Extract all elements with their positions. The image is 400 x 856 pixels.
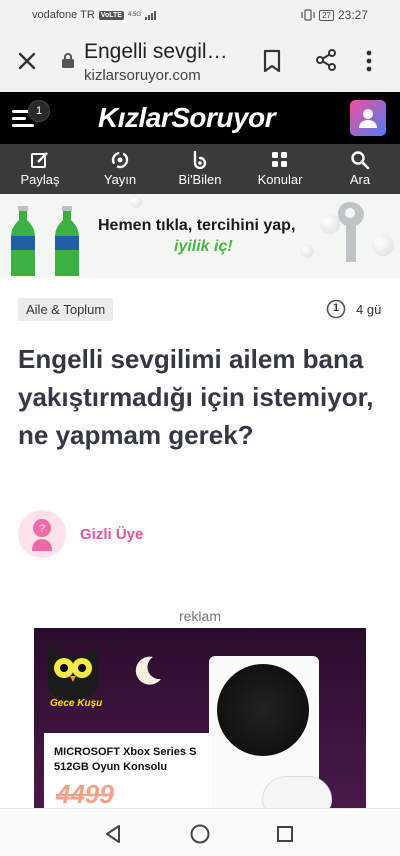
search-icon — [351, 151, 370, 169]
user-button[interactable] — [350, 100, 386, 136]
vibrate-icon — [301, 9, 315, 21]
author-name[interactable]: Gizli Üye — [80, 526, 143, 543]
share-icon[interactable] — [314, 48, 338, 72]
browser-toolbar: Engelli sevgil… kizlarsoruyor.com — [0, 30, 400, 92]
anonymous-user-icon: ? — [32, 519, 52, 551]
category-tag[interactable]: Aile & Toplum — [18, 298, 114, 321]
broadcast-icon — [111, 151, 129, 169]
page-url: kizlarsoruyor.com — [84, 67, 201, 84]
nav-item-paylas[interactable]: Paylaş — [0, 144, 80, 194]
volte-badge: VoLTE — [98, 10, 124, 20]
status-bar: vodafone TR VoLTE 4.5G 27 23:27 — [0, 0, 400, 30]
bubble-decoration — [300, 244, 314, 258]
pencil-icon — [31, 152, 48, 168]
back-icon[interactable] — [104, 824, 122, 844]
bottle-image — [11, 206, 35, 276]
more-vert-icon[interactable] — [366, 50, 372, 72]
status-left: vodafone TR VoLTE 4.5G — [32, 9, 156, 21]
ad-headline: Hemen tıkla, tercihini yap, — [98, 217, 296, 234]
carrier-label: vodafone TR — [32, 9, 95, 21]
nav-item-yayin[interactable]: Yayın — [80, 144, 160, 194]
top-ad-banner[interactable]: Hemen tıkla, tercihini yap, iyilik iç! — [0, 194, 400, 278]
answer-count: 1 — [332, 302, 340, 314]
bubble-decoration — [130, 196, 142, 208]
lock-icon — [62, 53, 74, 68]
ad-tagline: iyilik iç! — [174, 238, 233, 255]
bibilen-icon — [193, 151, 207, 169]
site-logo[interactable]: KızlarSoruyor — [98, 102, 276, 134]
controller-image — [262, 776, 332, 810]
author[interactable]: ? Gizli Üye — [18, 508, 143, 560]
console-vent — [217, 664, 309, 756]
signal-icon — [144, 10, 156, 20]
close-icon[interactable] — [14, 48, 40, 74]
ad-label: reklam — [178, 608, 221, 624]
page-title: Engelli sevgil… — [84, 40, 228, 63]
avatar: ? — [18, 510, 66, 558]
answer-count-badge: 1 — [326, 299, 346, 319]
question-title: Engelli sevgilimi ailem bana yakıştırmad… — [18, 344, 374, 450]
system-nav-bar — [0, 808, 400, 856]
bottle-image — [55, 206, 79, 276]
site-header: 1 KızlarSoruyor — [0, 92, 400, 144]
moon-icon — [135, 656, 161, 685]
home-icon[interactable] — [189, 823, 211, 845]
svg-text:?: ? — [39, 523, 45, 535]
nav-label: Ara — [349, 172, 371, 187]
ad-brand: Gece Kuşu — [50, 698, 103, 709]
site-nav: Paylaş Yayın Bi'Bilen Konular Ara — [0, 144, 400, 194]
nav-label: Bi'Bilen — [178, 172, 222, 187]
notification-badge[interactable]: 1 — [28, 100, 50, 122]
nav-label: Konular — [257, 172, 303, 187]
product-price: 4499 — [56, 779, 114, 809]
clock: 23:27 — [337, 8, 368, 22]
question-meta: Aile & Toplum 1 4 gü — [18, 296, 388, 322]
nav-item-bibilen[interactable]: Bi'Bilen — [160, 144, 240, 194]
grid-icon — [272, 152, 287, 167]
product-ad[interactable]: Gece Kuşu MICROSOFT Xbox Series S 512GB … — [34, 628, 366, 810]
user-icon — [359, 109, 377, 128]
recent-apps-icon[interactable] — [276, 825, 294, 843]
product-card: MICROSOFT Xbox Series S 512GB Oyun Konso… — [44, 733, 212, 810]
nav-label: Yayın — [103, 172, 137, 187]
network-type: 4.5G — [127, 12, 141, 18]
status-right: 27 23:27 — [301, 8, 368, 22]
nav-item-konular[interactable]: Konular — [240, 144, 320, 194]
battery-icon: 27 — [319, 9, 334, 21]
owl-logo — [48, 644, 98, 702]
product-name: MICROSOFT Xbox Series S 512GB Oyun Konso… — [54, 746, 197, 773]
time-ago: 4 gü — [356, 302, 382, 317]
nav-item-ara[interactable]: Ara — [320, 144, 400, 194]
nav-label: Paylaş — [20, 172, 60, 187]
bottle-opener-icon — [338, 202, 364, 262]
bookmark-icon[interactable] — [262, 49, 282, 73]
